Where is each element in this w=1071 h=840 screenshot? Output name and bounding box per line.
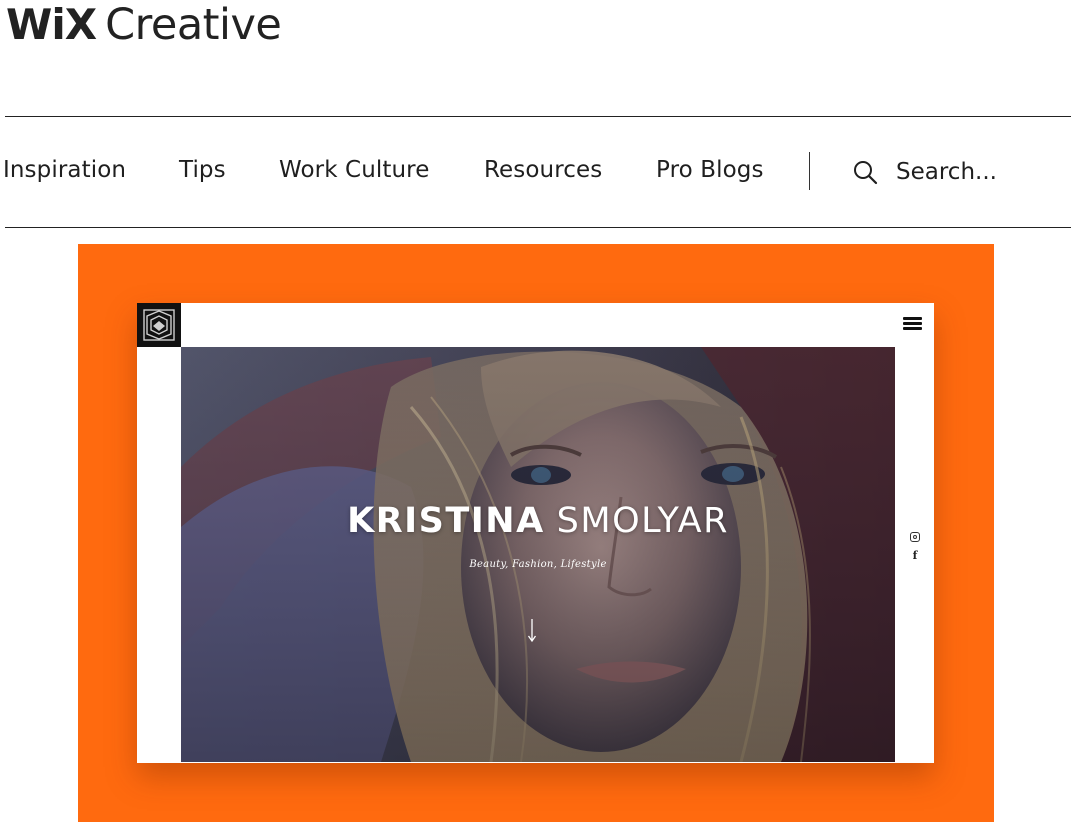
nav-top-divider [5,116,1071,117]
social-links: f [908,532,922,562]
nav-item-work-culture[interactable]: Work Culture [279,157,429,183]
search-icon [854,160,878,184]
logo-product: Creative [105,0,282,50]
headline-last-name: SMOLYAR [556,501,729,541]
wix-creative-logo[interactable]: WiX Creative [6,0,282,52]
nav-bottom-divider [5,227,1071,228]
search-button[interactable]: Search... [852,154,997,190]
nav-item-inspiration[interactable]: Inspiration [3,157,126,183]
website-preview: KRISTINA SMOLYAR Beauty, Fashion, Lifesty… [137,303,934,763]
headline-first-name: KRISTINA [347,501,545,541]
logo-wordmark: WiX [6,0,97,49]
nav-item-resources[interactable]: Resources [484,157,602,183]
search-label: Search... [896,159,997,185]
main-nav: Inspiration Tips Work Culture Resources … [0,152,1071,192]
nav-item-pro-blogs[interactable]: Pro Blogs [656,157,764,183]
facebook-icon[interactable]: f [908,550,922,562]
arrow-down-icon[interactable] [526,619,538,643]
site-tagline: Beauty, Fashion, Lifestyle [469,559,607,570]
instagram-icon[interactable] [910,532,920,542]
featured-image[interactable]: KRISTINA SMOLYAR Beauty, Fashion, Lifesty… [78,244,994,822]
nav-divider [809,152,810,190]
site-logo-icon [137,303,181,347]
site-headline: KRISTINA SMOLYAR [181,501,895,541]
portrait-photo: KRISTINA SMOLYAR Beauty, Fashion, Lifesty… [181,347,895,762]
menu-icon[interactable] [903,317,922,331]
nav-item-tips[interactable]: Tips [179,157,226,183]
